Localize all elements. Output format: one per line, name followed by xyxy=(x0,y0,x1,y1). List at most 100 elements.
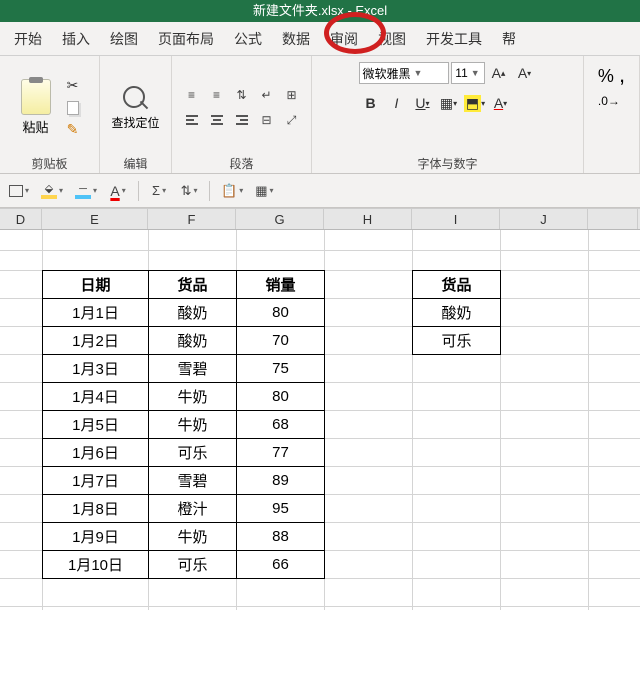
font-color-button[interactable]: A▾ xyxy=(489,92,513,114)
qat-fill-button[interactable]: ⬙▾ xyxy=(38,179,66,203)
paste-label: 粘贴 xyxy=(22,117,48,136)
find-label: 查找定位 xyxy=(111,114,159,131)
italic-button[interactable]: I xyxy=(385,92,409,114)
spacing-icon[interactable]: ⇅ xyxy=(231,84,253,106)
cell[interactable]: 可乐 xyxy=(149,551,237,579)
table1-header-sales[interactable]: 销量 xyxy=(237,271,325,299)
cell[interactable]: 可乐 xyxy=(413,327,501,355)
separator xyxy=(209,181,210,201)
table2-header-product[interactable]: 货品 xyxy=(413,271,501,299)
cell[interactable]: 80 xyxy=(237,383,325,411)
tab-data[interactable]: 数据 xyxy=(272,22,320,56)
ribbon: 粘贴 ✂ ✎ 剪贴板 查找定位 编辑 ≡ ≡ ⇅ ↵ ⊞ xyxy=(0,56,640,174)
format-painter-icon[interactable]: ✎ xyxy=(63,121,83,139)
cell[interactable]: 牛奶 xyxy=(149,383,237,411)
col-header-k[interactable] xyxy=(588,209,638,229)
qat-border-button[interactable]: ▾ xyxy=(6,179,32,203)
cell[interactable]: 雪碧 xyxy=(149,467,237,495)
cell[interactable]: 1月10日 xyxy=(43,551,149,579)
cell[interactable]: 80 xyxy=(237,299,325,327)
cell[interactable]: 1月4日 xyxy=(43,383,149,411)
wrap-text-icon[interactable]: ↵ xyxy=(256,84,278,106)
qat-sort-button[interactable]: ⇅▾ xyxy=(177,179,201,203)
col-header-h[interactable]: H xyxy=(324,209,412,229)
cell[interactable]: 酸奶 xyxy=(149,327,237,355)
table1-header-date[interactable]: 日期 xyxy=(43,271,149,299)
align-left-icon[interactable] xyxy=(181,109,203,131)
cell[interactable]: 70 xyxy=(237,327,325,355)
cell[interactable]: 77 xyxy=(237,439,325,467)
increase-decimal-icon[interactable]: .0→ xyxy=(598,94,620,108)
font-name-combo[interactable]: 微软雅黑▼ xyxy=(359,62,449,84)
copy-icon[interactable] xyxy=(63,99,83,117)
cell[interactable]: 1月8日 xyxy=(43,495,149,523)
col-header-i[interactable]: I xyxy=(412,209,500,229)
cell[interactable]: 88 xyxy=(237,523,325,551)
cell[interactable]: 1月6日 xyxy=(43,439,149,467)
cell[interactable]: 89 xyxy=(237,467,325,495)
grid-area[interactable]: 日期 货品 销量 1月1日酸奶80 1月2日酸奶70 1月3日雪碧75 1月4日… xyxy=(0,230,640,610)
cell[interactable]: 1月5日 xyxy=(43,411,149,439)
quick-access-toolbar: ▾ ⬙▾ ─▾ A▾ Σ▾ ⇅▾ 📋▾ ▦▾ xyxy=(0,174,640,208)
indent-decrease-icon[interactable]: ≡ xyxy=(181,84,203,106)
cell[interactable]: 95 xyxy=(237,495,325,523)
underline-button[interactable]: U▾ xyxy=(411,92,435,114)
cell[interactable]: 牛奶 xyxy=(149,411,237,439)
col-header-f[interactable]: F xyxy=(148,209,236,229)
tab-developer[interactable]: 开发工具 xyxy=(416,22,492,56)
tab-formulas[interactable]: 公式 xyxy=(224,22,272,56)
cut-icon[interactable]: ✂ xyxy=(63,77,83,95)
qat-paste-button[interactable]: 📋▾ xyxy=(218,179,246,203)
indent-increase-icon[interactable]: ≡ xyxy=(206,84,228,106)
cell[interactable]: 66 xyxy=(237,551,325,579)
tab-insert[interactable]: 插入 xyxy=(52,22,100,56)
cell[interactable]: 1月2日 xyxy=(43,327,149,355)
group-paragraph-label: 段落 xyxy=(229,155,253,171)
cell[interactable]: 1月1日 xyxy=(43,299,149,327)
col-header-j[interactable]: J xyxy=(500,209,588,229)
align-right-icon[interactable] xyxy=(231,109,253,131)
tab-pagelayout[interactable]: 页面布局 xyxy=(148,22,224,56)
cell[interactable]: 橙汁 xyxy=(149,495,237,523)
fill-color-button[interactable]: ⬒▾ xyxy=(463,92,487,114)
orientation-icon[interactable]: ⤢ xyxy=(281,109,303,131)
bold-button[interactable]: B xyxy=(359,92,383,114)
cell[interactable]: 1月9日 xyxy=(43,523,149,551)
align-center-icon[interactable] xyxy=(206,109,228,131)
tab-view[interactable]: 视图 xyxy=(368,22,416,56)
tab-review[interactable]: 审阅 xyxy=(320,22,368,56)
col-header-g[interactable]: G xyxy=(236,209,324,229)
increase-font-icon[interactable]: A▴ xyxy=(487,62,511,84)
qat-freeze-button[interactable]: ▦▾ xyxy=(252,179,276,203)
find-button[interactable]: 查找定位 xyxy=(111,84,159,131)
cell[interactable]: 1月7日 xyxy=(43,467,149,495)
decrease-font-icon[interactable]: A▾ xyxy=(513,62,537,84)
tab-draw[interactable]: 绘图 xyxy=(100,22,148,56)
col-header-d[interactable]: D xyxy=(0,209,42,229)
paste-button[interactable]: 粘贴 xyxy=(17,77,55,138)
tab-help[interactable]: 帮 xyxy=(492,22,526,56)
merge-icon[interactable]: ⊞ xyxy=(281,84,303,106)
cell[interactable]: 酸奶 xyxy=(149,299,237,327)
cell[interactable]: 1月3日 xyxy=(43,355,149,383)
separator xyxy=(138,181,139,201)
cell[interactable]: 75 xyxy=(237,355,325,383)
font-size-combo[interactable]: 11▼ xyxy=(451,62,485,84)
spreadsheet: D E F G H I J 日期 xyxy=(0,208,640,610)
col-header-e[interactable]: E xyxy=(42,209,148,229)
cell[interactable]: 可乐 xyxy=(149,439,237,467)
cell[interactable]: 68 xyxy=(237,411,325,439)
filter-table[interactable]: 货品 酸奶 可乐 xyxy=(412,270,501,355)
valign-icon[interactable]: ⊟ xyxy=(256,109,278,131)
tab-home[interactable]: 开始 xyxy=(4,22,52,56)
qat-sum-button[interactable]: Σ▾ xyxy=(147,179,171,203)
percent-icon[interactable]: % , xyxy=(598,62,625,88)
border-button[interactable]: ▦▾ xyxy=(437,92,461,114)
qat-font-color-button[interactable]: A▾ xyxy=(106,179,130,203)
main-data-table[interactable]: 日期 货品 销量 1月1日酸奶80 1月2日酸奶70 1月3日雪碧75 1月4日… xyxy=(42,270,325,579)
cell[interactable]: 牛奶 xyxy=(149,523,237,551)
qat-line-color-button[interactable]: ─▾ xyxy=(72,179,100,203)
table1-header-product[interactable]: 货品 xyxy=(149,271,237,299)
cell[interactable]: 酸奶 xyxy=(413,299,501,327)
cell[interactable]: 雪碧 xyxy=(149,355,237,383)
